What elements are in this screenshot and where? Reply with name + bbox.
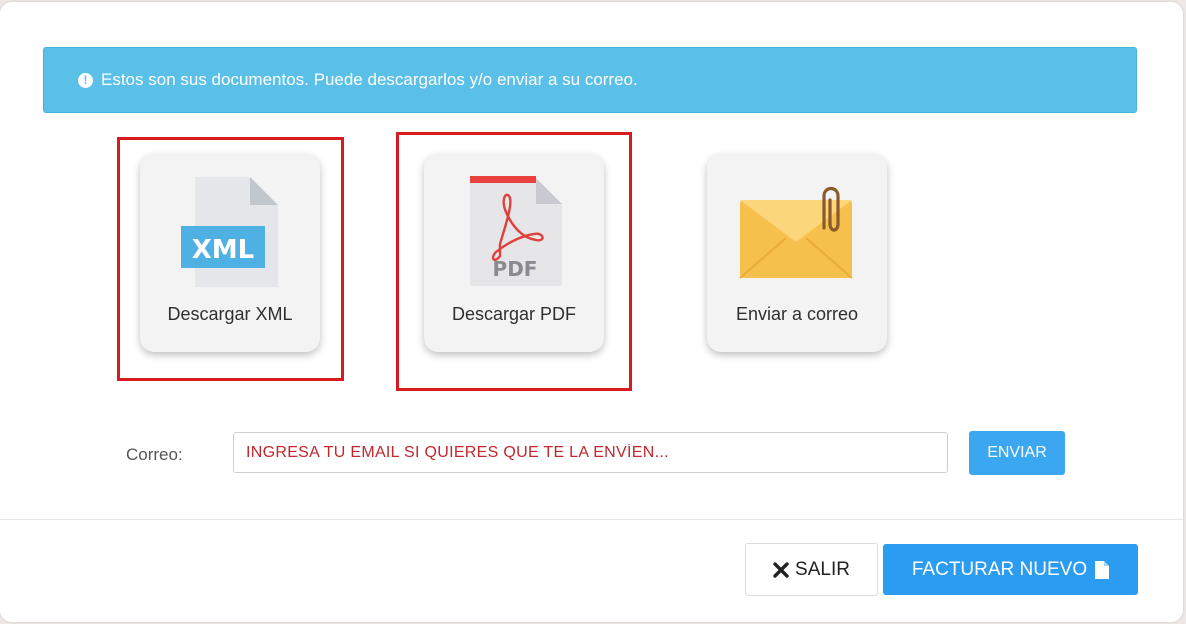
new-invoice-button[interactable]: FACTURAR NUEVO xyxy=(883,544,1138,595)
exclamation-icon: ! xyxy=(78,72,93,88)
document-icon xyxy=(1095,560,1110,579)
email-input[interactable] xyxy=(233,432,948,473)
exit-button[interactable]: SALIR xyxy=(745,543,878,596)
alert-text: Estos son sus documentos. Puede descarga… xyxy=(101,70,638,89)
highlight-pdf-frame xyxy=(396,132,632,391)
footer-divider xyxy=(0,519,1183,520)
email-label: Correo: xyxy=(126,445,183,464)
documents-modal: ! Estos son sus documentos. Puede descar… xyxy=(0,2,1183,622)
highlight-xml-frame xyxy=(117,137,344,381)
close-icon xyxy=(773,561,789,578)
new-invoice-label: FACTURAR NUEVO xyxy=(911,558,1088,580)
send-email-card[interactable]: Enviar a correo xyxy=(707,154,887,352)
exit-label: SALIR xyxy=(795,558,850,580)
send-button[interactable]: ENVIAR xyxy=(969,431,1065,475)
envelope-paperclip-icon xyxy=(739,186,853,279)
info-alert: ! Estos son sus documentos. Puede descar… xyxy=(43,47,1137,113)
send-email-label: Enviar a correo xyxy=(735,304,859,324)
